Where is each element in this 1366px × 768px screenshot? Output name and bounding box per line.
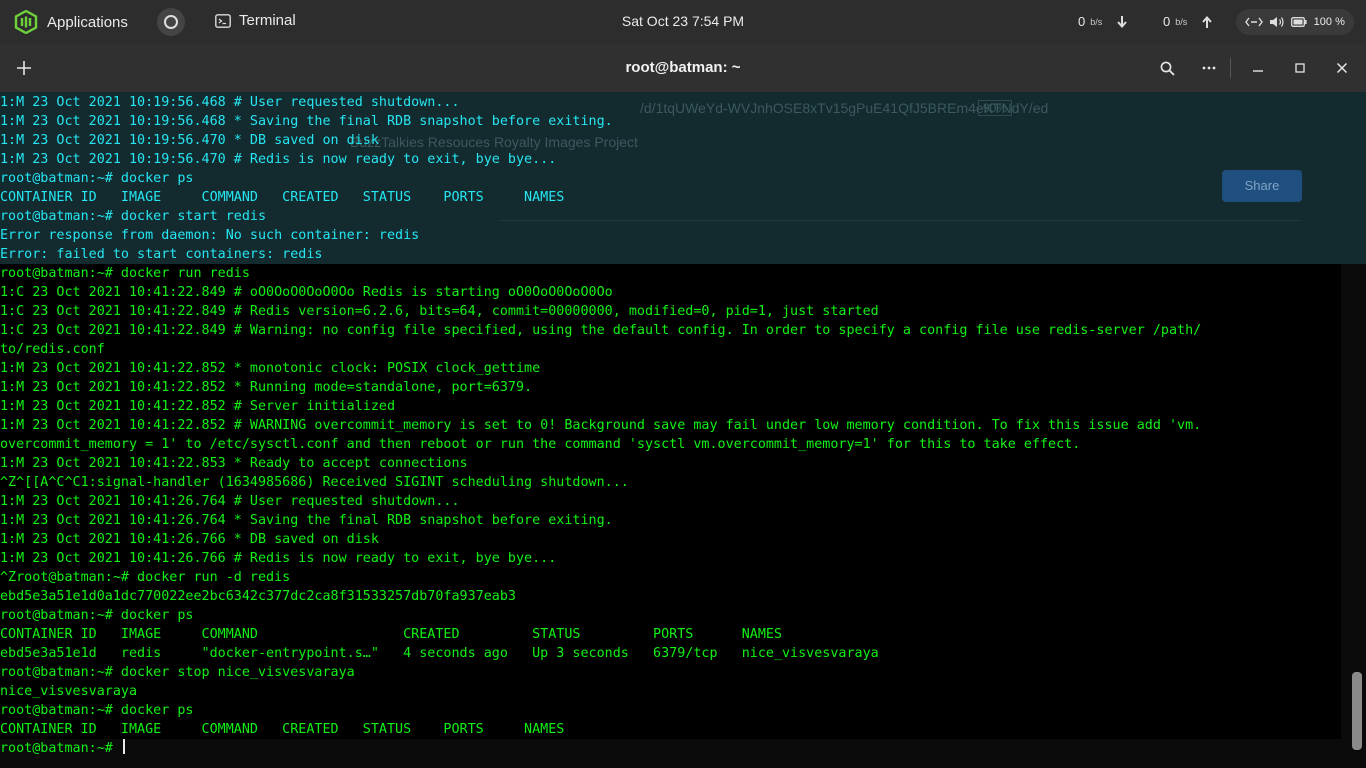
net-down-value: 0 [1078, 14, 1086, 29]
net-down-unit: b/s [1090, 16, 1103, 27]
close-button[interactable] [1329, 56, 1355, 80]
maximize-button[interactable] [1287, 56, 1313, 80]
terminal-line: Error: failed to start containers: redis [0, 247, 323, 262]
app-logo-icon [14, 10, 38, 34]
system-tray[interactable]: 100 % [1236, 9, 1354, 35]
prompt-text: root@batman:~# [0, 741, 121, 756]
net-upload-indicator: 0 b/s [1163, 14, 1212, 29]
terminal-line: CONTAINER ID IMAGE COMMAND CREATED STATU… [0, 627, 782, 642]
system-top-bar: Applications Terminal Sat Oct 23 7:54 PM… [0, 0, 1366, 44]
terminal-line: 1:M 23 Oct 2021 10:41:26.764 * Saving th… [0, 513, 613, 528]
terminal-line: CONTAINER ID IMAGE COMMAND CREATED STATU… [0, 190, 565, 205]
upload-arrow-icon [1202, 15, 1212, 28]
terminal-line: 1:C 23 Oct 2021 10:41:22.849 # Redis ver… [0, 304, 879, 319]
terminal-output: 1:M 23 Oct 2021 10:19:56.468 # User requ… [0, 93, 1201, 758]
terminal-line: ^Zroot@batman:~# docker run -d redis [0, 570, 291, 585]
terminal-line: 1:M 23 Oct 2021 10:41:26.766 # Redis is … [0, 551, 557, 566]
terminal-line: root@batman:~# docker run redis [0, 266, 250, 281]
terminal-line: 1:M 23 Oct 2021 10:19:56.470 # Redis is … [0, 152, 557, 167]
close-icon [1336, 62, 1348, 74]
terminal-line: nice_visvesvaraya [0, 684, 138, 699]
download-arrow-icon [1117, 15, 1127, 28]
network-icon [1245, 17, 1263, 27]
circle-icon [164, 15, 178, 29]
terminal-line: root@batman:~# docker ps [0, 171, 194, 186]
browser-share-button: Share [1222, 170, 1302, 202]
applications-label: Applications [47, 13, 128, 31]
terminal-prompt-line[interactable]: root@batman:~# [0, 739, 1201, 758]
terminal-line: root@batman:~# docker ps [0, 703, 194, 718]
terminal-line: 1:M 23 Oct 2021 10:41:26.764 # User requ… [0, 494, 460, 509]
terminal-line: root@batman:~# docker start redis [0, 209, 267, 224]
terminal-line: 1:M 23 Oct 2021 10:41:22.853 * Ready to … [0, 456, 468, 471]
menu-button[interactable] [1196, 56, 1222, 80]
terminal-line: 1:M 23 Oct 2021 10:41:22.852 * monotonic… [0, 361, 541, 376]
volume-icon [1270, 17, 1284, 27]
terminal-scrollbar[interactable] [1352, 672, 1362, 750]
net-download-indicator: 0 b/s [1078, 14, 1127, 29]
header-separator [1230, 58, 1231, 78]
terminal-line: 1:M 23 Oct 2021 10:41:26.766 * DB saved … [0, 532, 379, 547]
text-cursor [122, 739, 125, 754]
clock[interactable]: Sat Oct 23 7:54 PM [622, 13, 744, 29]
overview-button[interactable] [157, 8, 185, 36]
battery-icon [1291, 17, 1308, 27]
minimize-button[interactable] [1245, 56, 1271, 80]
terminal-line: 1:M 23 Oct 2021 10:19:56.468 * Saving th… [0, 114, 613, 129]
terminal-line: root@batman:~# docker ps [0, 608, 194, 623]
terminal-icon [215, 13, 231, 28]
terminal-headerbar: root@batman: ~ [0, 44, 1366, 92]
menu-dots-icon [1202, 66, 1216, 70]
terminal-line: 1:C 23 Oct 2021 10:41:22.849 # Warning: … [0, 323, 1202, 338]
battery-percent: 100 % [1313, 16, 1345, 28]
terminal-line: 1:C 23 Oct 2021 10:41:22.849 # oO0OoO0Oo… [0, 285, 613, 300]
terminal-line: ^Z^[[A^C^C1:signal-handler (1634985686) … [0, 475, 629, 490]
new-tab-icon [17, 61, 31, 75]
applications-menu[interactable]: Applications [14, 8, 128, 36]
terminal-line: to/redis.conf [0, 342, 105, 357]
maximize-icon [1295, 63, 1305, 73]
terminal-line: 1:M 23 Oct 2021 10:19:56.468 # User requ… [0, 95, 460, 110]
minimize-icon [1253, 70, 1263, 72]
terminal-line: 1:M 23 Oct 2021 10:41:22.852 # WARNING o… [0, 418, 1202, 433]
window-title: root@batman: ~ [625, 59, 741, 76]
terminal-line: Error response from daemon: No such cont… [0, 228, 420, 243]
terminal-line: 1:M 23 Oct 2021 10:41:22.852 # Server in… [0, 399, 396, 414]
terminal-task-label: Terminal [239, 12, 296, 29]
search-button[interactable] [1154, 56, 1180, 80]
net-up-value: 0 [1163, 14, 1171, 29]
terminal-view[interactable]: /d/1tqUWeYd-WVJnhOSE8xTv15gPuE41QfJ5BREm… [0, 92, 1366, 768]
terminal-taskbar-item[interactable]: Terminal [215, 12, 296, 29]
terminal-line: CONTAINER ID IMAGE COMMAND CREATED STATU… [0, 722, 565, 737]
new-tab-button[interactable] [11, 56, 37, 80]
terminal-line: 1:M 23 Oct 2021 10:19:56.470 * DB saved … [0, 133, 379, 148]
net-up-unit: b/s [1175, 16, 1188, 27]
terminal-line: 1:M 23 Oct 2021 10:41:22.852 * Running m… [0, 380, 533, 395]
terminal-line: ebd5e3a51e1d0a1dc770022ee2bc6342c377dc2c… [0, 589, 516, 604]
terminal-line: overcommit_memory = 1' to /etc/sysctl.co… [0, 437, 1081, 452]
terminal-line: root@batman:~# docker stop nice_visvesva… [0, 665, 355, 680]
terminal-line: ebd5e3a51e1d redis "docker-entrypoint.s…… [0, 646, 879, 661]
search-icon [1160, 61, 1175, 76]
